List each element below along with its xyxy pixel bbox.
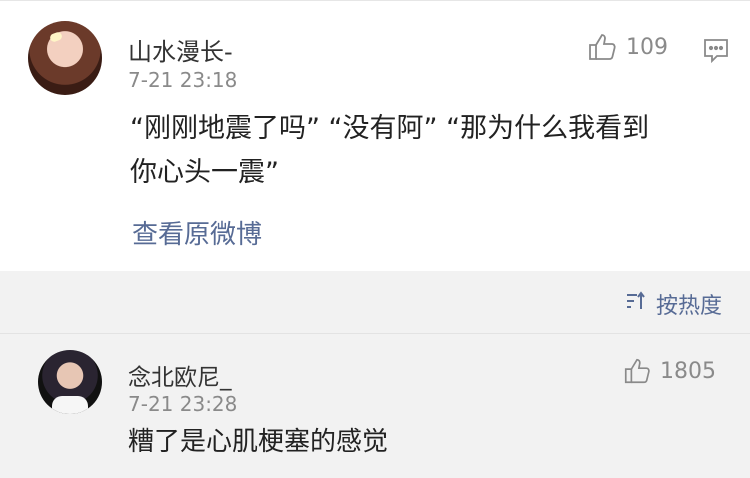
comment-like-button[interactable]: 1805 bbox=[622, 356, 716, 386]
comment-button[interactable] bbox=[702, 36, 730, 68]
post-like-button[interactable]: 109 bbox=[586, 31, 668, 63]
sort-label: 按热度 bbox=[655, 294, 722, 319]
shirt-decoration bbox=[52, 396, 88, 414]
post-card: 山水漫长- 7-21 23:18 109 “刚刚地震了吗” “没有阿” “那为什… bbox=[0, 0, 750, 271]
comment-username[interactable]: 念北欧尼_ bbox=[128, 358, 232, 392]
post-username[interactable]: 山水漫长- bbox=[128, 32, 233, 67]
view-original-link[interactable]: 查看原微博 bbox=[132, 214, 262, 251]
post-content-line: “刚刚地震了吗” “没有阿” “那为什么我看到 bbox=[130, 113, 650, 144]
comment-like-count: 1805 bbox=[660, 358, 716, 384]
thumbs-up-icon bbox=[622, 356, 652, 386]
sort-icon bbox=[624, 289, 648, 319]
hairclip-decoration bbox=[48, 31, 64, 43]
divider bbox=[0, 333, 750, 334]
comment-content: 糟了是心肌梗塞的感觉 bbox=[128, 427, 389, 457]
comment-timestamp: 7-21 23:28 bbox=[128, 392, 238, 416]
comment-icon bbox=[702, 39, 730, 68]
post-content-line: 你心头一震” bbox=[130, 157, 279, 188]
post-content: “刚刚地震了吗” “没有阿” “那为什么我看到 你心头一震” bbox=[130, 107, 649, 195]
post-like-count: 109 bbox=[626, 34, 668, 60]
avatar[interactable] bbox=[28, 21, 102, 95]
thumbs-up-icon bbox=[586, 31, 618, 63]
sort-by-popularity-button[interactable]: 按热度 bbox=[624, 288, 722, 320]
post-timestamp: 7-21 23:18 bbox=[128, 68, 238, 92]
avatar[interactable] bbox=[38, 350, 102, 414]
